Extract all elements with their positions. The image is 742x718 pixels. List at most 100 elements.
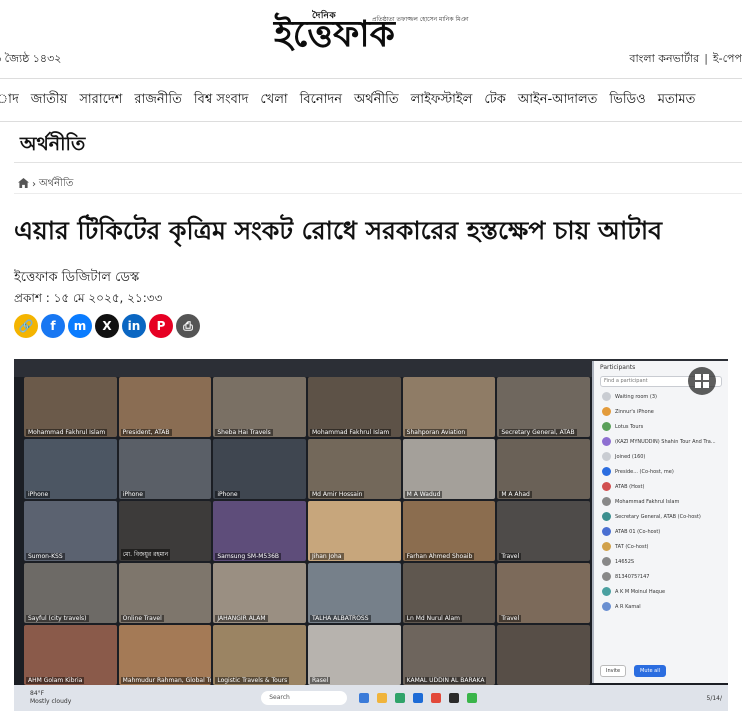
participant-avatar	[602, 407, 611, 416]
article-byline: ইত্তেফাক ডিজিটাল ডেস্ক	[14, 270, 140, 285]
video-tile: Jihan Joha	[307, 501, 401, 561]
breadcrumb-separator: ›	[32, 179, 36, 190]
video-tile: Mahmudur Rahman, Global Trip Ltd	[118, 625, 212, 685]
nav-item[interactable]: াদ	[0, 90, 25, 111]
facebook-share-icon[interactable]: f	[41, 314, 65, 338]
participant-row: (KAZI MYNUDDIN) Shahin Tour And Tra...	[594, 434, 728, 449]
nav-item[interactable]: জাতীয়	[25, 90, 74, 111]
participants-panel: Participants Find a participant Waiting …	[592, 361, 728, 683]
tile-name-label: Jihan Joha	[309, 553, 344, 560]
video-tile: President, ATAB	[118, 377, 212, 437]
tile-name-label: Shahporan Aviation	[404, 429, 468, 436]
breadcrumb-current[interactable]: অর্থনীতি	[39, 176, 73, 193]
nav-item[interactable]: লাইফস্টাইল	[405, 90, 479, 111]
print-share-icon[interactable]: ⎙	[176, 314, 200, 338]
weather-temp: 84°F	[30, 690, 45, 697]
participant-avatar	[602, 422, 611, 431]
site-logo[interactable]: দৈনিক ইত্তেফাক প্রতিষ্ঠাতা তফাজ্জল হোসেন…	[272, 8, 469, 54]
video-tile: M A Ahad	[497, 439, 590, 499]
weather-widget: 84°F Mostly cloudy	[30, 690, 71, 706]
participant-avatar	[602, 437, 611, 446]
video-tile: TALHA ALBATROSS	[307, 563, 401, 623]
tile-name-label: Mahmudur Rahman, Global Trip Ltd	[120, 677, 212, 684]
video-tile: Ln Md Nurul Alam	[402, 563, 496, 623]
participant-name: Preside... (Co-host, me)	[615, 468, 674, 475]
video-tile: AHM Golam Kibria	[24, 625, 117, 685]
video-tile: Rasel	[307, 625, 401, 685]
video-tile: Travel	[497, 563, 590, 623]
x-share-icon[interactable]: X	[95, 314, 119, 338]
epaper-link[interactable]: ই-পেপ	[713, 52, 742, 65]
home-icon[interactable]	[18, 178, 29, 191]
participant-name: A R Kamal	[615, 603, 641, 610]
tile-name-label: Travel	[499, 615, 522, 622]
video-tile: Shahporan Aviation	[402, 377, 496, 437]
nav-item[interactable]: আইন-আদালত	[512, 90, 604, 111]
invite-button: Invite	[600, 665, 627, 677]
video-tile: Sayful (city travels)	[24, 563, 117, 623]
participant-name: 14652S	[615, 558, 635, 565]
tile-name-label: M A Ahad	[499, 491, 532, 498]
tile-name-label: AHM Golam Kibria	[26, 677, 85, 684]
section-title[interactable]: অর্থনীতি	[20, 130, 85, 162]
breadcrumb: › অর্থনীতি	[18, 176, 73, 193]
participant-name: Waiting room (3)	[615, 393, 657, 400]
taskbar-icons	[359, 693, 478, 703]
participant-name: Zinnur's iPhone	[615, 408, 654, 415]
nav-item[interactable]: অর্থনীতি	[348, 90, 405, 111]
tile-name-label: Farhan Ahmed Shoaib	[404, 553, 475, 560]
app-icon	[431, 693, 442, 703]
nav-item[interactable]: খেলা	[254, 90, 293, 111]
messenger-share-icon[interactable]: m	[68, 314, 92, 338]
tile-name-label: KAMAL UDDIN AL BARAKA	[404, 677, 487, 684]
breadcrumb-divider	[14, 193, 742, 194]
linkedin-share-icon[interactable]: in	[122, 314, 146, 338]
tile-name-label: Rasel	[309, 677, 331, 684]
nav-item[interactable]: ভিডিও	[603, 90, 651, 111]
copy-link-share-icon[interactable]: 🔗	[14, 314, 38, 338]
nav-item[interactable]: সারাদেশ	[73, 90, 128, 111]
tile-name-label: মো. বিজয়ুর রহমান	[120, 549, 171, 560]
tile-name-label: Samsung SM-M536B	[215, 553, 282, 560]
tile-name-label: Ln Md Nurul Alam	[404, 615, 463, 622]
divider: |	[704, 52, 708, 65]
video-tile: M A Wadud	[402, 439, 496, 499]
top-links: বাংলা কনভার্টার | ই-পেপ	[629, 50, 742, 69]
nav-item[interactable]: রাজনীতি	[128, 90, 188, 111]
participant-row: A R Kamal	[594, 599, 728, 614]
nav-item[interactable]: টেক	[478, 90, 511, 111]
app-icon	[449, 693, 460, 703]
nav-item[interactable]: বিশ্ব সংবাদ	[188, 90, 255, 111]
video-tile: Secretary General, ATAB	[497, 377, 590, 437]
tile-name-label: Online Travel	[120, 615, 164, 622]
app-icon	[359, 693, 370, 703]
masthead: দৈনিক ইত্তেফাক প্রতিষ্ঠাতা তফাজ্জল হোসেন…	[0, 0, 742, 78]
video-tile: Sheba Hai Travels	[213, 377, 306, 437]
tile-name-label: Logistic Travels & Tours	[215, 677, 290, 684]
mute-all-button: Mute all	[634, 665, 666, 677]
participant-row: Preside... (Co-host, me)	[594, 464, 728, 479]
folder-icon	[377, 693, 388, 703]
nav-item[interactable]: বিনোদন	[294, 90, 348, 111]
tile-name-label: Md Amir Hossain	[309, 491, 365, 498]
participant-avatar	[602, 542, 611, 551]
video-tile: Online Travel	[118, 563, 212, 623]
pinterest-share-icon[interactable]: P	[149, 314, 173, 338]
participant-name: Lotus Tours	[615, 423, 644, 430]
tile-name-label: iPhone	[120, 491, 145, 498]
converter-link[interactable]: বাংলা কনভার্টার	[629, 52, 699, 65]
tile-name-label: Sayful (city travels)	[26, 615, 89, 622]
nav-item[interactable]: মতামত	[652, 90, 702, 111]
publish-date: প্রকাশ : ১৫ মে ২০২৫, ২১:৩৩	[14, 291, 163, 305]
participant-row: Secretary General, ATAB (Co-host)	[594, 509, 728, 524]
gallery-view-icon[interactable]	[688, 367, 716, 395]
participant-row: A K M Moinul Haque	[594, 584, 728, 599]
participant-avatar	[602, 452, 611, 461]
video-tile: Travel	[497, 501, 590, 561]
tile-name-label: Sheba Hai Travels	[215, 429, 273, 436]
tile-name-label: Secretary General, ATAB	[499, 429, 577, 436]
tile-name-label: iPhone	[26, 491, 51, 498]
participant-name: Joined (160)	[615, 453, 646, 460]
weather-desc: Mostly cloudy	[30, 698, 72, 705]
participant-row: Zinnur's iPhone	[594, 404, 728, 419]
